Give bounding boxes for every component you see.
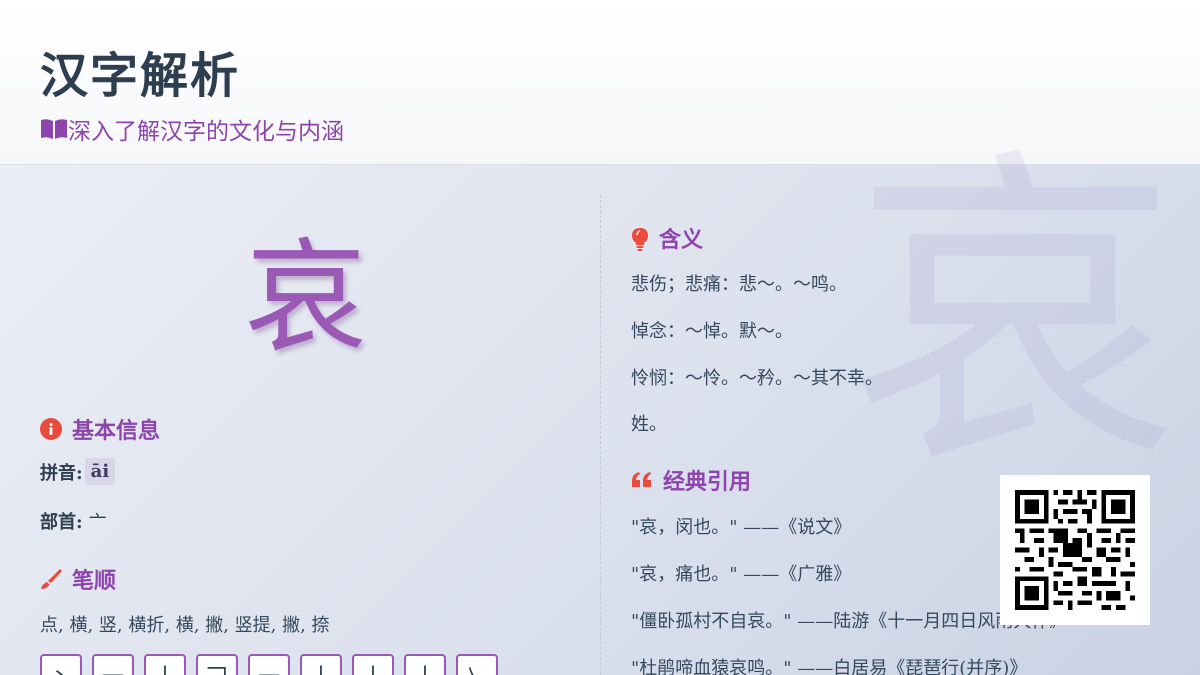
stroke-box: 𠃍: [196, 654, 238, 675]
qr-code: [1000, 475, 1150, 625]
pinyin-row: 拼音: āi: [40, 458, 116, 485]
stroke-box: 一: [248, 654, 290, 675]
pinyin-label: 拼音:: [40, 462, 83, 484]
book-open-icon: [40, 117, 68, 141]
quotes-heading: 经典引用: [631, 464, 751, 496]
stroke-box: 一: [92, 654, 134, 675]
left-panel: 哀 基本信息 拼音: āi 部首: 亠 笔顺 点, 横, 竖, 横折, 横, 撇…: [0, 165, 600, 675]
subtitle-text: 深入了解汉字的文化与内涵: [68, 119, 344, 145]
radical-label: 部首:: [40, 512, 83, 533]
stroke-box: 丨: [352, 654, 394, 675]
stroke-box: 丶: [40, 654, 82, 675]
quote-left-icon: [631, 469, 653, 491]
stroke-box: 丨: [144, 654, 186, 675]
quote-item: "哀，闵也。" ——《说文》: [631, 517, 852, 538]
brush-icon: [40, 568, 62, 590]
stroke-box: 乀: [456, 654, 498, 675]
page-subtitle: 深入了解汉字的文化与内涵: [40, 112, 344, 146]
meaning-title: 含义: [659, 227, 704, 253]
stroke-sequence: 丶 一 丨 𠃍 一 丨 丨 丨 乀: [40, 654, 508, 675]
quotes-title: 经典引用: [663, 469, 752, 495]
info-circle-icon: [40, 418, 62, 440]
strokes-heading: 笔顺: [40, 563, 116, 595]
featured-character: 哀: [245, 227, 367, 369]
radical-row: 部首: 亠: [40, 508, 107, 534]
quote-item: "哀，痛也。" ——《广雅》: [631, 564, 852, 585]
meaning-item: 悲伤；悲痛：悲～。～鸣。: [631, 274, 847, 295]
meaning-item: 怜悯：～怜。～矜。～其不幸。: [631, 368, 883, 389]
page-header: 汉字解析 深入了解汉字的文化与内涵: [0, 0, 1200, 165]
basic-info-title: 基本信息: [72, 418, 161, 444]
radical-value: 亠: [88, 512, 107, 533]
meaning-heading: 含义: [631, 222, 703, 254]
lightbulb-icon: [631, 227, 649, 251]
stroke-box: 丨: [300, 654, 342, 675]
stroke-order-text: 点, 横, 竖, 横折, 横, 撇, 竖提, 撇, 捺: [40, 615, 330, 636]
stroke-box: 丨: [404, 654, 446, 675]
page-title: 汉字解析: [40, 48, 241, 104]
basic-info-heading: 基本信息: [40, 413, 160, 445]
meaning-item: 姓。: [631, 414, 667, 435]
pinyin-value: āi: [84, 458, 116, 485]
strokes-title: 笔顺: [72, 568, 117, 594]
quote-item: "杜鹃啼血猿哀鸣。" ——白居易《琵琶行(并序)》: [631, 658, 1028, 675]
meaning-item: 悼念：～悼。默～。: [631, 321, 793, 342]
qr-code-image: [1015, 490, 1135, 610]
